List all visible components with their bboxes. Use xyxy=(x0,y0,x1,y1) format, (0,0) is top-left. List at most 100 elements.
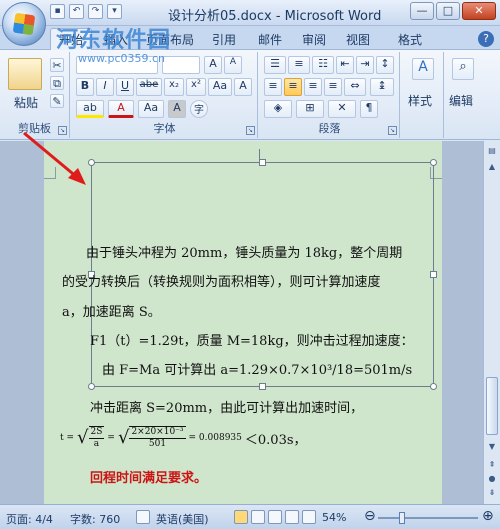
document-page[interactable]: 由于锤头冲程为 20mm，锤头质量为 18kg，整个周期 的受力转换后（转换规则… xyxy=(44,141,442,504)
vertical-scrollbar[interactable]: ▤ ▲ ▼ ⇞ ● ⇟ xyxy=(483,141,500,504)
tab-review[interactable]: 审阅 xyxy=(302,31,326,48)
format-painter-icon[interactable]: ✎ xyxy=(50,94,64,108)
align-right-button[interactable]: ≡ xyxy=(304,78,322,96)
font-launcher-icon[interactable]: ↘ xyxy=(246,126,255,135)
align-center-button[interactable]: ≡ xyxy=(284,78,302,96)
shrink-font-button[interactable]: A xyxy=(224,56,242,74)
styles-button[interactable]: 样式 xyxy=(408,92,432,109)
chinese-layout-button[interactable]: ✕ xyxy=(328,100,356,118)
change-case-2-button[interactable]: Aa xyxy=(138,100,164,118)
close-button[interactable]: ✕ xyxy=(462,2,496,20)
subscript-button[interactable]: x₂ xyxy=(164,78,184,96)
site-watermark-url: www.pc0359.cn xyxy=(78,52,166,65)
superscript-button[interactable]: x² xyxy=(186,78,206,96)
office-logo-icon xyxy=(12,12,36,36)
next-page-icon[interactable]: ⇟ xyxy=(486,487,498,499)
paragraph-group-label: 段落 xyxy=(318,122,341,135)
print-layout-icon[interactable] xyxy=(234,510,248,524)
paragraph-launcher-icon[interactable]: ↘ xyxy=(388,126,397,135)
editing-button[interactable]: 编辑 xyxy=(449,92,473,109)
align-left-button[interactable]: ≡ xyxy=(264,78,282,96)
frac1-den: a xyxy=(93,439,100,449)
ruler-toggle-icon[interactable]: ▤ xyxy=(486,145,498,157)
undo-icon[interactable]: ↶ xyxy=(69,4,84,19)
paste-button[interactable]: 粘贴 xyxy=(14,94,38,111)
word-count[interactable]: 字数: 760 xyxy=(70,511,120,527)
zoom-in-icon[interactable]: ⊕ xyxy=(482,508,494,524)
italic-button[interactable]: I xyxy=(96,78,114,96)
strikethrough-button[interactable]: abe xyxy=(136,78,162,96)
window-title: 设计分析05.docx - Microsoft Word xyxy=(168,9,382,24)
resize-handle-top[interactable] xyxy=(259,159,266,166)
scroll-thumb[interactable] xyxy=(486,377,498,435)
underline-button[interactable]: U xyxy=(116,78,134,96)
zoom-slider[interactable] xyxy=(378,512,478,524)
zoom-level[interactable]: 54% xyxy=(322,511,346,524)
resize-handle-tl[interactable] xyxy=(88,159,95,166)
page-count[interactable]: 页面: 4/4 xyxy=(6,511,53,527)
sort-button[interactable]: ↕ xyxy=(376,56,394,74)
clipboard-launcher-icon[interactable]: ↘ xyxy=(58,126,67,135)
help-icon[interactable]: ? xyxy=(478,31,494,47)
draft-icon[interactable] xyxy=(302,510,316,524)
save-icon[interactable]: ▪ xyxy=(50,4,65,19)
resize-handle-tr[interactable] xyxy=(430,159,437,166)
paragraph-line: 的受力转换后（转换规则为面积相等），则可计算加速度 xyxy=(62,275,381,290)
tab-view[interactable]: 视图 xyxy=(346,31,370,48)
enclose-char-button[interactable]: 字 xyxy=(190,100,208,118)
web-layout-icon[interactable] xyxy=(268,510,282,524)
cut-icon[interactable]: ✂ xyxy=(50,58,64,72)
clear-format-button[interactable]: A xyxy=(234,78,252,96)
bullets-button[interactable]: ☰ xyxy=(264,56,286,74)
tab-references[interactable]: 引用 xyxy=(212,31,236,48)
bold-button[interactable]: B xyxy=(76,78,94,96)
styles-icon[interactable]: A xyxy=(412,58,434,80)
paste-icon[interactable] xyxy=(8,58,42,90)
select-browse-icon[interactable]: ● xyxy=(486,473,498,485)
copy-icon[interactable]: ⧉ xyxy=(50,76,64,90)
line-spacing-button[interactable]: ↨ xyxy=(370,78,394,96)
minimize-button[interactable]: — xyxy=(410,2,434,20)
maximize-button[interactable]: □ xyxy=(436,2,460,20)
font-size-box[interactable] xyxy=(162,56,200,74)
highlight-button[interactable]: ab xyxy=(76,100,104,118)
tab-format[interactable]: 格式 xyxy=(398,31,422,48)
borders-button[interactable]: ⊞ xyxy=(296,100,324,118)
full-screen-reading-icon[interactable] xyxy=(251,510,265,524)
change-case-button[interactable]: Aa xyxy=(208,78,232,96)
zoom-slider-knob[interactable] xyxy=(399,512,406,524)
increase-indent-button[interactable]: ⇥ xyxy=(356,56,374,74)
resize-handle-bl[interactable] xyxy=(88,383,95,390)
margin-corner-top-left xyxy=(44,167,56,179)
scroll-up-icon[interactable]: ▲ xyxy=(486,161,498,173)
resize-handle-right[interactable] xyxy=(430,271,437,278)
find-icon[interactable]: ⌕ xyxy=(452,58,474,80)
resize-handle-br[interactable] xyxy=(430,383,437,390)
distribute-button[interactable]: ⇔ xyxy=(344,78,366,96)
tab-mailings[interactable]: 邮件 xyxy=(258,31,282,48)
numbering-button[interactable]: ≡ xyxy=(288,56,310,74)
decrease-indent-button[interactable]: ⇤ xyxy=(336,56,354,74)
language-indicator[interactable]: 英语(美国) xyxy=(156,511,209,527)
prev-page-icon[interactable]: ⇞ xyxy=(486,459,498,471)
grow-font-button[interactable]: A xyxy=(204,56,222,74)
paragraph-line: 由于锤头冲程为 20mm，锤头质量为 18kg，整个周期 xyxy=(86,246,403,261)
formula-compare: ＜0.03s， xyxy=(244,432,307,448)
scroll-down-icon[interactable]: ▼ xyxy=(486,441,498,453)
customize-qat-icon[interactable]: ▾ xyxy=(107,4,122,19)
redo-icon[interactable]: ↷ xyxy=(88,4,103,19)
zoom-out-icon[interactable]: ⊖ xyxy=(364,508,376,524)
paragraph-line: 由 F=Ma 可计算出 a=1.29×0.7×10³/18=501m/s xyxy=(102,363,413,378)
conclusion-line: 回程时间满足要求。 xyxy=(90,471,208,486)
outline-icon[interactable] xyxy=(285,510,299,524)
char-shading-button[interactable]: A xyxy=(168,100,186,118)
office-button[interactable] xyxy=(2,2,46,46)
proofing-icon[interactable] xyxy=(136,510,150,524)
frac2-num: 2×20×10⁻³ xyxy=(129,426,186,439)
multilevel-list-button[interactable]: ☷ xyxy=(312,56,334,74)
resize-handle-bottom[interactable] xyxy=(259,383,266,390)
shading-button[interactable]: ◈ xyxy=(264,100,292,118)
font-color-button[interactable]: A xyxy=(108,100,134,118)
justify-button[interactable]: ≡ xyxy=(324,78,342,96)
show-marks-button[interactable]: ¶ xyxy=(360,100,378,118)
